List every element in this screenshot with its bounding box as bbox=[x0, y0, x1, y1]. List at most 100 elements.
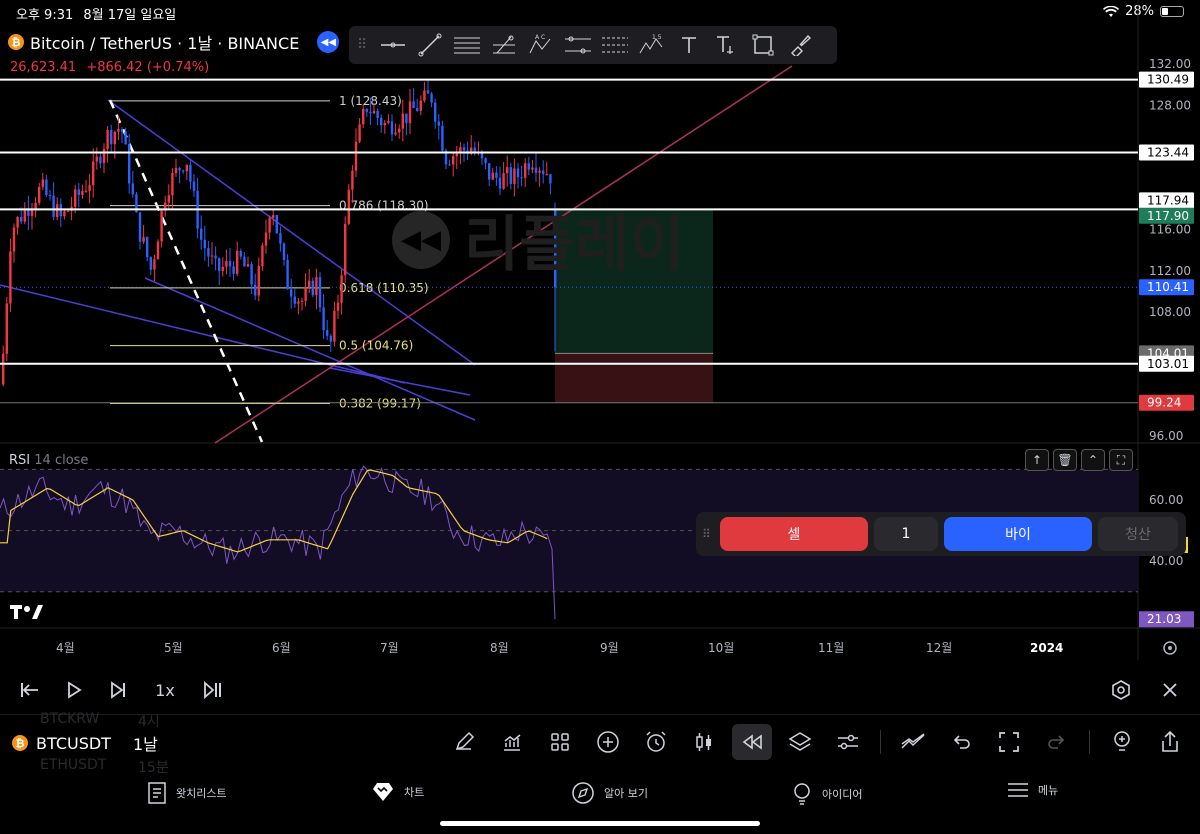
share-icon[interactable] bbox=[1150, 724, 1190, 760]
candle-body bbox=[48, 195, 52, 197]
sell-button[interactable]: 셀 bbox=[720, 517, 868, 551]
fib-level-label: 0.5 (104.76) bbox=[339, 339, 413, 353]
candle-body bbox=[452, 156, 455, 165]
undo-icon[interactable] bbox=[941, 724, 981, 760]
candle-body bbox=[218, 258, 221, 271]
candle-body bbox=[117, 128, 120, 132]
brush-icon[interactable] bbox=[785, 30, 815, 60]
candle-body bbox=[383, 123, 386, 126]
horizontal-line-icon[interactable] bbox=[378, 30, 408, 60]
candle-body bbox=[171, 173, 174, 196]
candles-icon[interactable] bbox=[684, 724, 724, 760]
channel-line bbox=[144, 277, 476, 421]
parallel-channel-icon[interactable] bbox=[452, 30, 482, 60]
xabcd-pattern-icon[interactable] bbox=[563, 30, 593, 60]
bottom-timeframe[interactable]: 1날 bbox=[133, 731, 158, 755]
settings-hex-icon[interactable] bbox=[1106, 676, 1136, 704]
price-chart[interactable]: 132.00128.00116.00112.00108.0096.001 (12… bbox=[0, 0, 1200, 668]
compass-icon bbox=[572, 782, 594, 804]
pitchfork-icon[interactable] bbox=[489, 30, 519, 60]
price-tick: 132.00 bbox=[1149, 57, 1191, 71]
text-icon[interactable] bbox=[674, 30, 704, 60]
candle-body bbox=[66, 210, 70, 212]
price-label: 117.94 bbox=[1147, 193, 1189, 207]
trend-line-icon[interactable] bbox=[415, 30, 445, 60]
candle-body bbox=[455, 153, 458, 157]
candle-body bbox=[329, 335, 332, 342]
candle-body bbox=[178, 167, 181, 171]
drag-handle-icon[interactable]: ⠿ bbox=[357, 37, 371, 53]
alarm-icon[interactable] bbox=[636, 724, 676, 760]
candle-body bbox=[189, 164, 192, 182]
price-label: 130.49 bbox=[1147, 73, 1189, 87]
quantity-field[interactable]: 1 bbox=[874, 517, 938, 551]
trash-icon[interactable]: 🗑 bbox=[1053, 449, 1077, 471]
idea-icon[interactable] bbox=[1102, 724, 1142, 760]
play-icon[interactable] bbox=[60, 676, 88, 704]
replay-icon[interactable]: ◀◀ bbox=[317, 31, 340, 53]
last-price: 26,623.41 bbox=[10, 60, 77, 75]
candle-body bbox=[243, 256, 246, 267]
candle-body bbox=[412, 101, 415, 108]
tab-explore[interactable]: 알아 보기 bbox=[572, 782, 648, 804]
candle-body bbox=[95, 156, 98, 162]
maximize-icon[interactable]: ⛶ bbox=[1109, 449, 1133, 471]
tab-chart[interactable]: 차트 bbox=[372, 782, 424, 802]
trend-compare-icon[interactable] bbox=[893, 724, 933, 760]
symbol-selector[interactable]: ₿ BTCUSDT 1날 bbox=[12, 731, 158, 755]
pen-icon[interactable] bbox=[444, 724, 484, 760]
layout-grid-icon[interactable] bbox=[540, 724, 580, 760]
candle-body bbox=[131, 183, 134, 195]
candle-body bbox=[336, 302, 340, 311]
buy-button[interactable]: 바이 bbox=[944, 517, 1092, 551]
tab-watchlist[interactable]: 왓치리스트 bbox=[148, 782, 227, 804]
candle-body bbox=[509, 167, 512, 184]
rectangle-icon[interactable] bbox=[748, 30, 778, 60]
time-tick: 10월 bbox=[708, 641, 734, 655]
candle-body bbox=[167, 195, 170, 203]
fullscreen-icon[interactable] bbox=[989, 724, 1029, 760]
elliott-wave-icon[interactable]: 1 5 bbox=[637, 30, 667, 60]
candle-body bbox=[63, 211, 66, 217]
tab-label: 알아 보기 bbox=[604, 787, 648, 800]
fib-retracement-icon[interactable] bbox=[600, 30, 630, 60]
replay-icon[interactable] bbox=[732, 724, 772, 760]
candle-body bbox=[484, 158, 487, 164]
candle-body bbox=[401, 113, 404, 129]
anchored-text-icon[interactable] bbox=[711, 30, 741, 60]
rsi-legend[interactable]: RSI 14 close bbox=[9, 453, 88, 468]
ghost-symbol-1: BTCKRW bbox=[40, 711, 100, 727]
candle-body bbox=[81, 190, 84, 195]
rsi-value-label: 21.03 bbox=[1147, 612, 1181, 626]
collapse-icon[interactable]: ⌃ bbox=[1081, 449, 1105, 471]
candle-body bbox=[38, 186, 41, 203]
symbol-title[interactable]: Bitcoin / TetherUS · 1날 · BINANCE bbox=[30, 30, 299, 54]
candle-body bbox=[372, 110, 376, 114]
close-icon[interactable] bbox=[1156, 676, 1184, 704]
tab-ideas[interactable]: 아이디어 bbox=[792, 782, 862, 806]
move-up-icon[interactable]: ↑ bbox=[1025, 449, 1049, 471]
rsi-tick: 60.00 bbox=[1149, 493, 1183, 507]
layers-icon[interactable] bbox=[780, 724, 820, 760]
bottom-symbol[interactable]: BTCUSDT bbox=[36, 734, 111, 753]
candle-body bbox=[297, 301, 300, 304]
symbol-header[interactable]: ₿ Bitcoin / TetherUS · 1날 · BINANCE ◀◀ 2… bbox=[8, 30, 340, 75]
candle-body bbox=[77, 189, 80, 195]
drag-handle-icon[interactable]: ⠿ bbox=[702, 527, 714, 541]
toolbar-divider bbox=[1089, 730, 1090, 754]
speed-button[interactable]: 1x bbox=[150, 676, 180, 704]
replay-watermark-icon: ◀◀ bbox=[392, 210, 450, 269]
indicators-icon[interactable] bbox=[492, 724, 532, 760]
candle-body bbox=[282, 243, 286, 260]
jump-to-start-icon[interactable] bbox=[16, 676, 44, 704]
time-tick: 9월 bbox=[600, 641, 619, 655]
tab-menu[interactable]: 메뉴 bbox=[1008, 782, 1058, 798]
step-forward-icon[interactable] bbox=[104, 676, 132, 704]
close-position-button[interactable]: 청산 bbox=[1098, 517, 1178, 551]
abcd-pattern-icon[interactable]: A C bbox=[526, 30, 556, 60]
jump-to-realtime-icon[interactable] bbox=[198, 676, 226, 704]
add-icon[interactable] bbox=[588, 724, 628, 760]
adjust-icon[interactable] bbox=[828, 724, 868, 760]
candle-body bbox=[156, 241, 160, 260]
redo-icon[interactable] bbox=[1037, 724, 1077, 760]
